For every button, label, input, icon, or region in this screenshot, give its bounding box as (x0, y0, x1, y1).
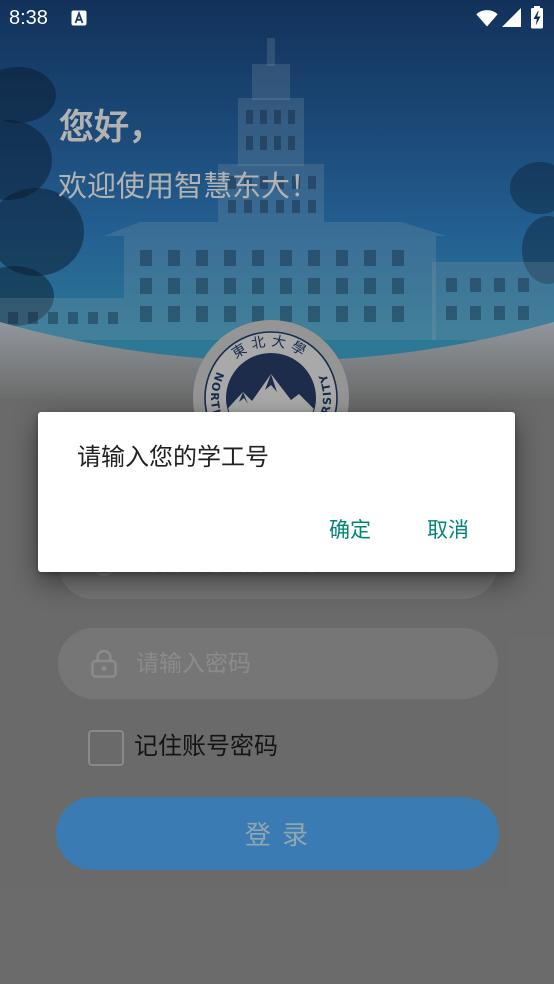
student-id-dialog: 请输入您的学工号 确定 取消 (38, 412, 515, 572)
dialog-message: 请输入您的学工号 (77, 444, 269, 471)
app-screen: 您好， 欢迎使用智慧东大！ 東北大學 NORT RSITY 请输入您的学工号 记… (0, 0, 554, 984)
signal-icon (502, 8, 521, 27)
battery-charging-icon (531, 6, 543, 29)
confirm-button[interactable]: 确定 (312, 505, 388, 553)
status-time: 8:38 (9, 7, 48, 29)
cancel-button[interactable]: 取消 (410, 505, 486, 553)
status-bar: 8:38 (0, 0, 554, 36)
wifi-icon (476, 10, 498, 27)
notification-a-icon (71, 10, 87, 26)
